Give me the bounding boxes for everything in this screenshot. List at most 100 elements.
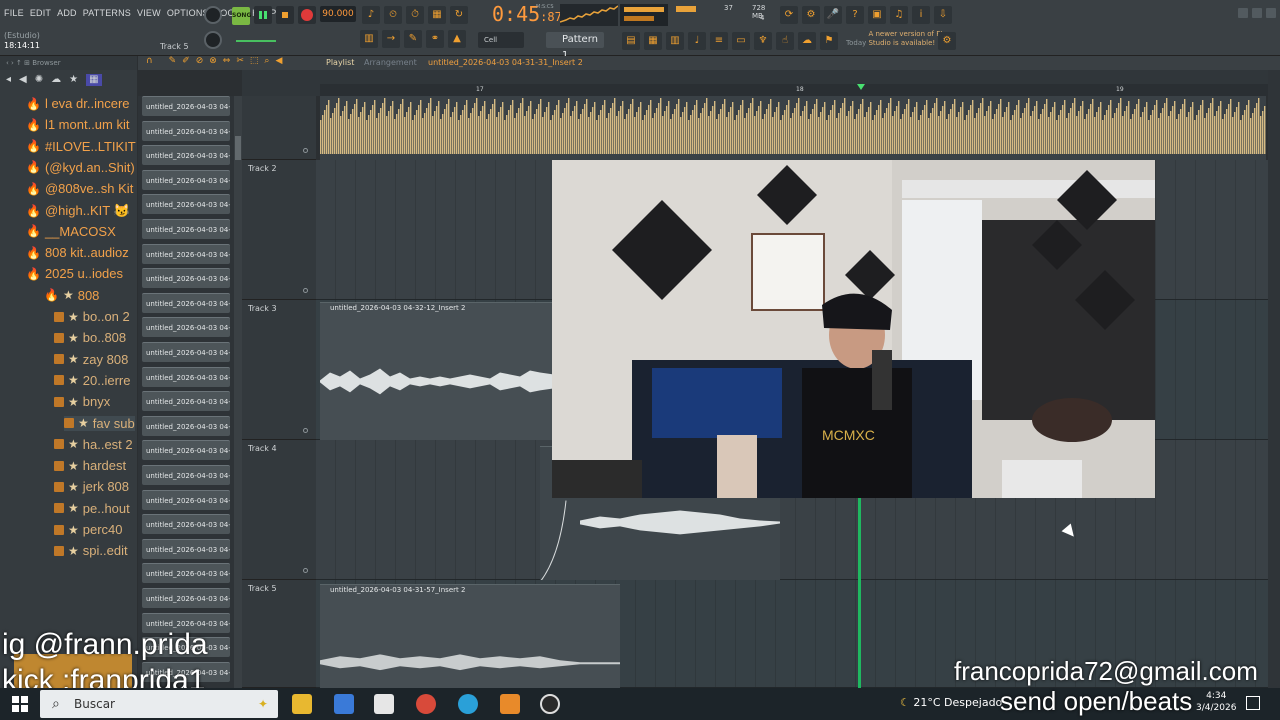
draw-icon[interactable]: ✎ [169, 56, 177, 70]
clip-source-item[interactable]: untitled_2026-04-03 04-... [142, 96, 230, 116]
browser-item[interactable]: ★ 20..ierre [54, 373, 130, 388]
zoom-icon[interactable]: ⌕ [264, 56, 269, 70]
notifications-icon[interactable] [1246, 696, 1260, 710]
save-icon[interactable]: ▣ [868, 6, 886, 24]
browser-item[interactable]: 🔥 __MACOSX [26, 224, 116, 239]
magnet-icon[interactable]: ∩ [146, 56, 153, 70]
weather-widget[interactable]: ☾ 21°C Despejado [900, 696, 1002, 709]
clip-source-item[interactable]: untitled_2026-04-03 04-... [142, 342, 230, 362]
slip-icon[interactable]: ⇔ [223, 56, 231, 70]
maximize-icon[interactable] [1252, 8, 1262, 18]
browser-item[interactable]: ★ bo..808 [54, 330, 126, 345]
track-2-header[interactable]: Track 2 [242, 160, 316, 300]
store-icon[interactable] [334, 694, 354, 714]
arrow-right-icon[interactable]: → [382, 30, 400, 48]
browser-item[interactable]: 🔥 808 kit..audioz [26, 245, 129, 260]
playback-icon[interactable]: ◀ [275, 56, 282, 70]
playlist-arrangement[interactable]: Arrangement [364, 58, 417, 67]
tune-icon[interactable]: ♫ [890, 6, 908, 24]
system-clock[interactable]: 4:34 3/4/2026 [1196, 690, 1236, 714]
browser-item[interactable]: 🔥 (@kyd.an..Shit) [26, 160, 135, 175]
clip-source-item[interactable]: untitled_2026-04-03 04-... [142, 514, 230, 535]
clip-source-item[interactable]: untitled_2026-04-03 04-... [142, 243, 230, 264]
stamp-icon[interactable]: ▲ [448, 30, 466, 48]
clip-source-item[interactable]: untitled_2026-04-03 04-... [142, 440, 230, 461]
menu-add[interactable]: ADD [57, 8, 77, 18]
clip-source-item[interactable]: untitled_2026-04-03 04-... [142, 391, 230, 412]
record-button[interactable] [298, 6, 316, 24]
tag-icon[interactable]: ⚑ [820, 32, 838, 50]
cloud-icon[interactable]: ☁ [798, 32, 816, 50]
folder-icon[interactable]: ▭ [732, 32, 750, 50]
track-4-header[interactable]: Track 4 [242, 440, 316, 580]
piano-icon[interactable]: ▥ [360, 30, 378, 48]
channel-rack-icon[interactable]: ▦ [644, 32, 662, 50]
clip-source-item[interactable]: untitled_2026-04-03 04-... [142, 465, 230, 485]
select-icon[interactable]: ⬚ [250, 56, 259, 70]
browser-item[interactable]: 🔥 l eva dr..incere [26, 96, 130, 111]
tempo-display[interactable]: 90.000 [320, 6, 356, 22]
clip-source-item[interactable]: untitled_2026-04-03 04-... [142, 268, 230, 289]
playlist-vertical-scrollbar[interactable] [1268, 70, 1280, 688]
browser-item[interactable]: 🔥 2025 u..iodes [26, 266, 123, 281]
browser-item[interactable]: ★ perc40 [54, 522, 123, 537]
track-1-audio-clip[interactable] [320, 96, 1266, 160]
paint-icon[interactable]: ✐ [182, 56, 190, 70]
clip-source-item[interactable]: untitled_2026-04-03 04-... [142, 194, 230, 215]
browser-item[interactable]: 🔥 @high..KIT 😼 [26, 203, 130, 219]
obs-icon[interactable] [540, 694, 560, 714]
countdown-button[interactable]: ⏱ [406, 6, 424, 24]
plugin-icon[interactable]: ♆ [754, 32, 772, 50]
arrow-left-icon[interactable]: ◂ [6, 74, 11, 86]
pencil-icon[interactable]: ✎ [404, 30, 422, 48]
menu-edit[interactable]: EDIT [30, 8, 51, 18]
clip-source-item[interactable]: untitled_2026-04-03 04-... [142, 145, 230, 166]
track-1-header[interactable] [242, 96, 316, 160]
master-volume-slider[interactable] [236, 40, 276, 42]
pattern-selector[interactable]: Pattern 1 [546, 32, 604, 61]
edge-icon[interactable] [458, 694, 478, 714]
browser-item[interactable]: 🔥 ★ 808 [44, 288, 99, 303]
start-button[interactable] [12, 696, 28, 712]
clip-source-item[interactable]: untitled_2026-04-03 04-... [142, 588, 230, 608]
mic-icon[interactable]: 🎤 [824, 6, 842, 24]
gear-icon[interactable]: ✺ [35, 74, 43, 86]
clip-source-item[interactable]: untitled_2026-04-03 04-... [142, 120, 230, 141]
main-volume-knob[interactable] [204, 6, 222, 24]
update-icon[interactable]: ⚙ [938, 32, 956, 50]
info-icon[interactable]: i [912, 6, 930, 24]
mixer-icon[interactable]: ⚙ [802, 6, 820, 24]
clip-source-item[interactable]: untitled_2026-04-03 04-... [142, 169, 230, 190]
browser-item[interactable]: ★ spi..edit [54, 543, 128, 558]
fl-studio-icon[interactable] [500, 694, 520, 714]
track-5-header[interactable]: Track 5 [242, 580, 316, 688]
main-pitch-knob[interactable] [204, 31, 222, 49]
browser-item[interactable]: ★ bo..on 2 [54, 309, 130, 324]
browser-item[interactable]: ★ jerk 808 [54, 479, 129, 494]
playhead[interactable] [858, 498, 861, 688]
track-3-header[interactable]: Track 3 [242, 300, 316, 440]
step-edit-button[interactable]: ▦ [428, 6, 446, 24]
clip-source-item[interactable]: untitled_2026-04-03 04-... [142, 292, 230, 313]
clip-source-item[interactable]: untitled_2026-04-03 04-... [142, 366, 230, 387]
clip-list-scrollbar[interactable] [234, 96, 242, 688]
link-icon[interactable]: ⚭ [426, 30, 444, 48]
touch-icon[interactable]: ☝ [776, 32, 794, 50]
close-icon[interactable] [1266, 8, 1276, 18]
taskbar-search[interactable]: ⌕ Buscar ✦ [40, 690, 278, 718]
menu-view[interactable]: VIEW [137, 8, 161, 18]
slice-icon[interactable]: ✂ [236, 56, 244, 70]
stop-button[interactable] [276, 6, 294, 24]
browser-item[interactable]: 🔥 @808ve..sh Kit [26, 181, 133, 196]
menu-options[interactable]: OPTIONS [167, 8, 209, 18]
cloud-icon[interactable]: ☁ [51, 74, 61, 86]
help-icon[interactable]: ? [846, 6, 864, 24]
mixer-view-icon[interactable]: ▥ [666, 32, 684, 50]
grid-icon[interactable]: ▦ [86, 74, 102, 86]
track-3-audio-clip[interactable]: untitled_2026-04-03 04-32-12_Insert 2 [320, 302, 554, 440]
wait-input-button[interactable]: ⏲ [384, 6, 402, 24]
browser-item[interactable]: ★ bnyx [54, 394, 110, 409]
snap-select[interactable]: Cell [478, 32, 524, 48]
speaker-icon[interactable]: ◀ [19, 74, 27, 86]
browser-item[interactable]: ★ pe..hout [54, 501, 130, 516]
